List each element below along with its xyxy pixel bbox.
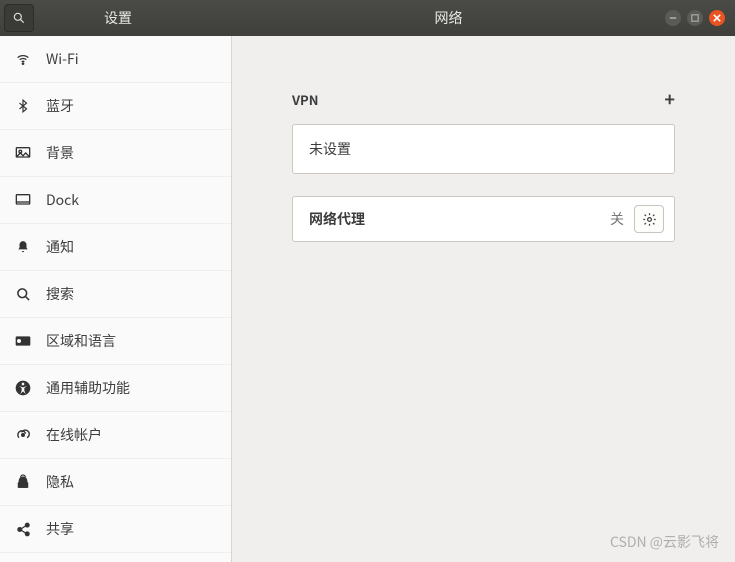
close-icon [713, 14, 721, 22]
sidebar-item-label: Dock [46, 190, 79, 210]
sidebar-item-sharing[interactable]: 共享 [0, 506, 231, 553]
add-vpn-button[interactable]: + [664, 86, 675, 112]
titlebar: 设置 网络 [0, 0, 735, 36]
maximize-icon [691, 14, 699, 22]
proxy-label: 网络代理 [309, 209, 600, 229]
titlebar-left: 设置 [0, 0, 232, 36]
sidebar-item-online-accounts[interactable]: 在线帐户 [0, 412, 231, 459]
settings-title: 设置 [34, 8, 232, 28]
share-icon [14, 522, 32, 537]
proxy-row: 网络代理 关 [292, 196, 675, 242]
vpn-section-header: VPN + [292, 86, 675, 112]
sidebar-item-dock[interactable]: Dock [0, 177, 231, 224]
language-icon [14, 334, 32, 348]
proxy-settings-button[interactable] [634, 205, 664, 233]
maximize-button[interactable] [687, 10, 703, 26]
vpn-heading: VPN [292, 90, 318, 109]
sidebar-item-label: 区域和语言 [46, 331, 116, 351]
body: Wi-Fi 蓝牙 背景 Dock 通知 搜索 区域和语言 通用辅 [0, 36, 735, 562]
background-icon [14, 146, 32, 160]
sidebar-item-accessibility[interactable]: 通用辅助功能 [0, 365, 231, 412]
sidebar-item-label: 搜索 [46, 284, 74, 304]
sidebar-item-label: 在线帐户 [46, 425, 102, 445]
sidebar-item-search[interactable]: 搜索 [0, 271, 231, 318]
sidebar-item-label: 共享 [46, 519, 74, 539]
gear-icon [642, 212, 657, 227]
sidebar-item-notifications[interactable]: 通知 [0, 224, 231, 271]
privacy-icon [14, 474, 32, 490]
sidebar-item-label: Wi-Fi [46, 49, 79, 69]
wifi-icon [14, 51, 32, 67]
window-controls [665, 10, 735, 26]
search-icon [12, 11, 26, 25]
sidebar-item-wifi[interactable]: Wi-Fi [0, 36, 231, 83]
sidebar-item-label: 通用辅助功能 [46, 378, 130, 398]
online-accounts-icon [14, 428, 32, 442]
proxy-status: 关 [610, 209, 624, 229]
page-title: 网络 [232, 8, 665, 28]
sidebar: Wi-Fi 蓝牙 背景 Dock 通知 搜索 区域和语言 通用辅 [0, 36, 232, 562]
sidebar-item-bluetooth[interactable]: 蓝牙 [0, 83, 231, 130]
sidebar-item-label: 蓝牙 [46, 96, 74, 116]
accessibility-icon [14, 380, 32, 396]
sidebar-item-background[interactable]: 背景 [0, 130, 231, 177]
dock-icon [14, 193, 32, 207]
sidebar-item-privacy[interactable]: 隐私 [0, 459, 231, 506]
sidebar-item-label: 通知 [46, 237, 74, 257]
minimize-button[interactable] [665, 10, 681, 26]
watermark: CSDN @云影飞将 [610, 532, 719, 552]
sidebar-item-label: 背景 [46, 143, 74, 163]
search-icon [14, 287, 32, 302]
vpn-empty-card: 未设置 [292, 124, 675, 174]
sidebar-item-region-language[interactable]: 区域和语言 [0, 318, 231, 365]
close-button[interactable] [709, 10, 725, 26]
vpn-empty-text: 未设置 [309, 139, 351, 159]
minimize-icon [669, 14, 677, 22]
sidebar-item-label: 隐私 [46, 472, 74, 492]
main-content: VPN + 未设置 网络代理 关 [232, 36, 735, 562]
search-button[interactable] [4, 4, 34, 32]
bluetooth-icon [14, 98, 32, 114]
bell-icon [14, 239, 32, 255]
